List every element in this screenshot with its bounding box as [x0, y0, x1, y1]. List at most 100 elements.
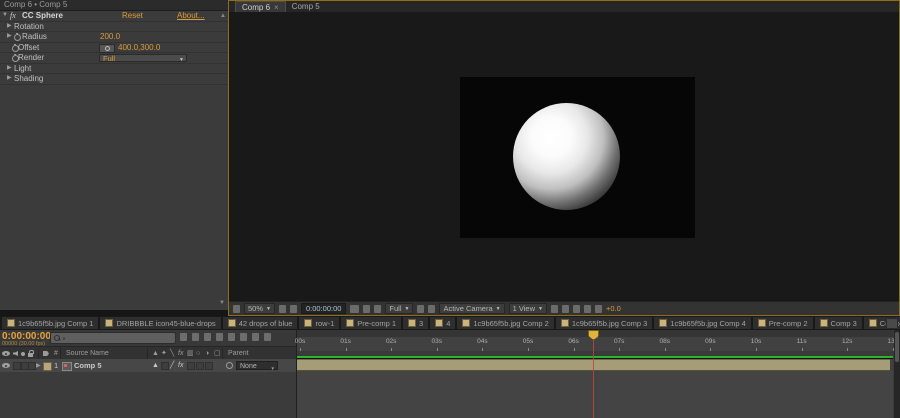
radius-row: ▶ Radius 200.0	[0, 32, 228, 43]
layer-name[interactable]: Comp 5	[74, 361, 102, 370]
track-background: ui cn	[297, 371, 893, 418]
layer-expand-arrow-icon[interactable]: ▶	[36, 362, 41, 369]
comp-icon	[561, 319, 569, 327]
layer-quality-switch[interactable]: ╱	[170, 359, 174, 372]
project-tab[interactable]: DRIBBBLE icon45-blue-drops	[100, 317, 220, 329]
audio-toggle[interactable]	[13, 362, 21, 370]
shading-label[interactable]: Shading	[14, 74, 43, 84]
transparency-grid-icon[interactable]	[428, 305, 435, 313]
layer-frame-blend-switch[interactable]	[187, 362, 195, 370]
solo-column-icon[interactable]	[21, 352, 25, 356]
scroll-up-icon[interactable]: ▲	[220, 12, 226, 22]
audio-column-speaker-icon[interactable]	[13, 351, 18, 356]
auto-keyframe-icon[interactable]	[252, 333, 259, 341]
offset-point-button[interactable]	[99, 44, 115, 53]
resolution-select[interactable]: Full ▼	[385, 303, 413, 314]
safe-margins-icon[interactable]	[279, 305, 286, 313]
view-layout-value: 1 View	[513, 304, 535, 313]
offset-value[interactable]: 400.0,300.0	[118, 43, 160, 53]
time-ruler[interactable]: 00s01s02s03s04s05s06s07s08s09s10s11s12s1…	[297, 337, 893, 352]
project-tab[interactable]: Pre-comp 1	[341, 317, 401, 329]
draft-3d-icon[interactable]	[192, 333, 199, 341]
reset-button[interactable]: Reset	[122, 11, 143, 21]
timeline-search-input[interactable]: ▼	[50, 332, 176, 344]
layer-adjustment-switch[interactable]	[205, 362, 213, 370]
mask-visibility-icon[interactable]	[290, 305, 297, 313]
expand-arrow-icon[interactable]: ▶	[7, 74, 12, 84]
scroll-down-icon[interactable]: ▼	[219, 300, 225, 306]
exposure-value[interactable]: +0.0	[606, 304, 621, 313]
view-layout-select[interactable]: 1 View ▼	[509, 303, 547, 314]
video-column-eye-icon[interactable]	[2, 351, 10, 356]
layer-collapse-switch[interactable]	[161, 362, 169, 370]
render-dropdown[interactable]: Full ▼	[99, 54, 187, 62]
stopwatch-icon[interactable]	[14, 34, 21, 41]
panel-menu-icon[interactable]	[886, 318, 898, 329]
project-tab[interactable]: 3	[403, 317, 428, 329]
lock-toggle[interactable]	[28, 362, 36, 370]
parent-dropdown[interactable]: None ▼	[236, 361, 278, 370]
grid-guides-icon[interactable]	[551, 305, 558, 313]
project-tab-label: Comp 3	[831, 319, 857, 328]
region-of-interest-icon[interactable]	[417, 305, 424, 313]
brainstorm-icon[interactable]	[240, 333, 247, 341]
fast-preview-icon[interactable]	[573, 305, 580, 313]
project-tab[interactable]: 1c9b65f5b.jpg Comp 3	[556, 317, 652, 329]
dropdown-arrow-icon: ▼	[405, 306, 410, 312]
frame-blending-icon[interactable]	[216, 333, 223, 341]
comp-tab-active[interactable]: Comp 6 ×	[235, 1, 286, 12]
timeline-scrollbar[interactable]	[894, 330, 900, 418]
collapse-arrow-icon[interactable]: ▼	[2, 11, 8, 21]
comp-flowchart-icon[interactable]	[180, 333, 187, 341]
effect-controls-tab[interactable]: Comp 6 • Comp 5	[0, 0, 228, 11]
layer-shy-switch[interactable]: ▲	[152, 359, 159, 372]
layer-visibility-eye-icon[interactable]	[2, 363, 10, 368]
radius-label[interactable]: Radius	[22, 32, 47, 42]
hide-shy-layers-icon[interactable]	[204, 333, 211, 341]
project-tab[interactable]: Comp 3	[815, 317, 862, 329]
magnification-icon[interactable]	[233, 305, 240, 313]
exposure-icon[interactable]	[595, 305, 602, 313]
project-tab[interactable]: 1c9b65f5b.jpg Comp 2	[457, 317, 553, 329]
project-tab-label: 42 drops of blue	[239, 319, 293, 328]
project-tab[interactable]: 1c9b65f5b.jpg Comp 4	[654, 317, 750, 329]
layer-fx-switch[interactable]: fx	[178, 359, 183, 372]
effect-name[interactable]: CC Sphere	[22, 11, 63, 21]
offset-label[interactable]: Offset	[18, 43, 39, 53]
expand-arrow-icon[interactable]: ▶	[7, 22, 12, 32]
mini-flowchart-icon[interactable]	[584, 305, 591, 313]
light-label[interactable]: Light	[14, 64, 31, 74]
lock-column-icon[interactable]	[28, 353, 33, 357]
parent-pickwhip-icon[interactable]	[226, 362, 233, 369]
layer-motion-blur-switch[interactable]	[196, 362, 204, 370]
expand-arrow-icon[interactable]: ▶	[7, 64, 12, 74]
column-divider	[60, 348, 61, 359]
project-tab[interactable]: Pre-comp 2	[753, 317, 813, 329]
camera-view-select[interactable]: Active Camera ▼	[439, 303, 504, 314]
viewer-timecode[interactable]: 0:00:00:00	[301, 303, 346, 314]
about-link[interactable]: About...	[177, 11, 205, 21]
render-label[interactable]: Render	[18, 53, 44, 63]
zoom-select[interactable]: 50% ▼	[244, 303, 275, 314]
layer-label-chip[interactable]	[43, 362, 52, 371]
radius-value[interactable]: 200.0	[100, 32, 120, 42]
snapshot-camera-icon[interactable]	[350, 305, 359, 313]
show-channels-icon[interactable]	[374, 305, 381, 313]
ruler-label: 08s	[654, 338, 676, 345]
project-tab[interactable]: 42 drops of blue	[223, 317, 298, 329]
motion-blur-icon[interactable]	[228, 333, 235, 341]
expand-arrow-icon[interactable]: ▶	[7, 32, 12, 42]
rotation-label[interactable]: Rotation	[14, 22, 44, 32]
layer-row[interactable]: ▶ 1 Comp 5 ▲ ╱ fx None ▼	[0, 359, 296, 373]
show-snapshot-icon[interactable]	[363, 305, 370, 313]
project-tab[interactable]: row-1	[299, 317, 339, 329]
label-column-icon[interactable]	[43, 351, 49, 356]
comp-tab[interactable]: Comp 5	[286, 2, 326, 12]
close-icon[interactable]: ×	[274, 3, 279, 12]
comp-icon	[820, 319, 828, 327]
project-tab[interactable]: 1c9b65f5b.jpg Comp 1	[2, 317, 98, 329]
graph-editor-icon[interactable]	[264, 333, 271, 341]
composition-viewer[interactable]	[229, 12, 899, 302]
project-tab[interactable]: 4	[430, 317, 455, 329]
pixel-aspect-icon[interactable]	[562, 305, 569, 313]
